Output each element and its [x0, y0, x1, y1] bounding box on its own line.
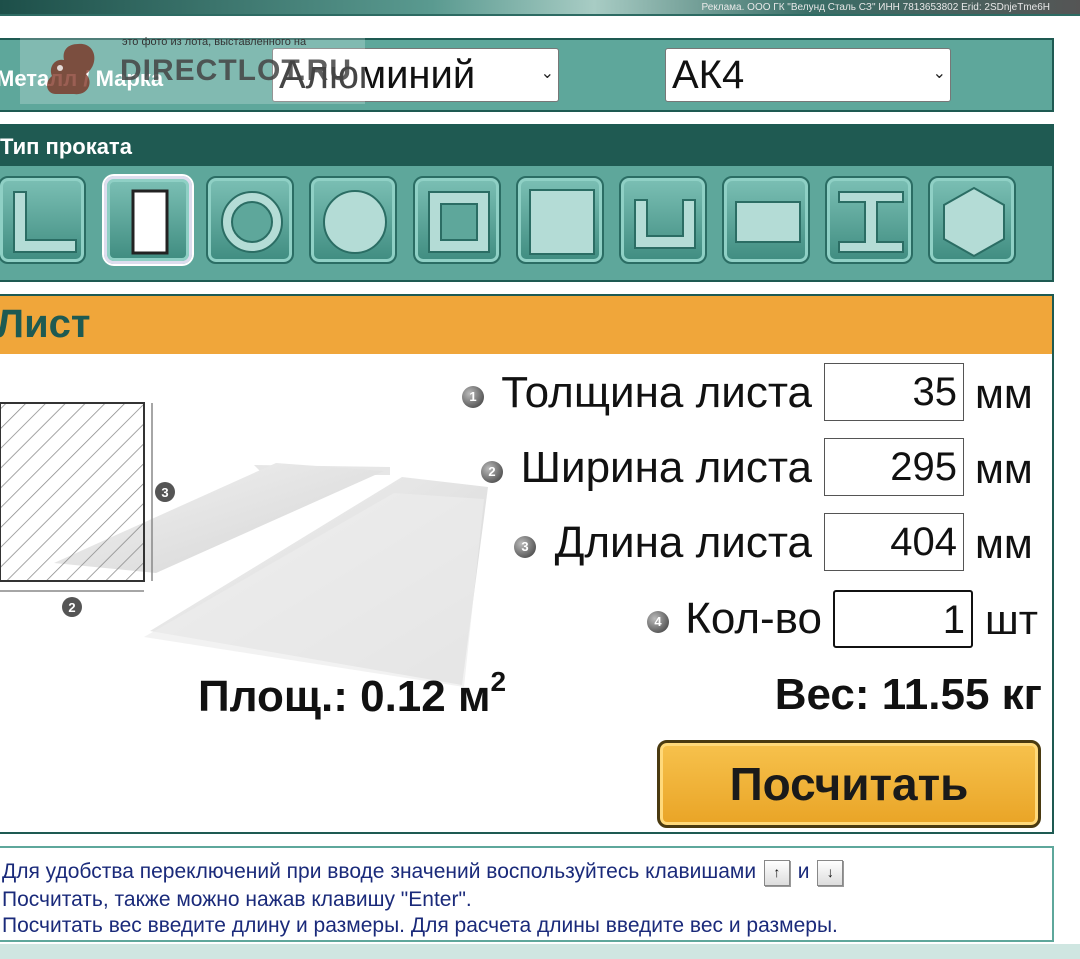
- watermark-note: это фото из лота, выставленного на: [122, 36, 307, 48]
- arrow-up-key-icon: ↑: [763, 860, 790, 886]
- profile-button-hexagon[interactable]: [928, 176, 1016, 264]
- section-title: Лист: [0, 302, 91, 346]
- info-line-3: Посчитать вес введите длину и размеры. Д…: [2, 914, 838, 937]
- thickness-label: Толщина листа: [501, 368, 812, 417]
- profile-button-angle[interactable]: [0, 176, 86, 264]
- ad-banner[interactable]: Реклама. ООО ГК "Велунд Сталь СЗ" ИНН 78…: [0, 0, 1080, 16]
- square-pipe-icon: [428, 191, 490, 253]
- profile-button-channel[interactable]: [619, 176, 707, 264]
- hexagon-bar-icon: [943, 186, 1005, 258]
- round-bar-icon: [323, 190, 387, 254]
- marker-2-label: 2: [68, 600, 75, 615]
- chevron-down-icon: ⌄: [540, 65, 554, 82]
- profile-button-square-bar[interactable]: [516, 176, 604, 264]
- watermark-logo-text: DIRECTLOT.RU: [120, 54, 352, 87]
- width-label: Ширина листа: [520, 443, 812, 492]
- beam-profile-icon: [838, 191, 904, 253]
- width-unit: мм: [975, 445, 1033, 492]
- area-unit-superscript: 2: [490, 666, 507, 697]
- sheet-profile-icon: [735, 201, 801, 243]
- strip-profile-icon: [131, 189, 169, 255]
- page-bottom-strip: [0, 944, 1080, 959]
- grade-select[interactable]: АК4 ⌄: [665, 48, 951, 102]
- calculate-button[interactable]: Посчитать: [657, 740, 1041, 828]
- profile-type-header: Тип проката: [0, 126, 1052, 166]
- info-line-1: Для удобства переключений при вводе знач…: [2, 860, 845, 886]
- area-result-text: Площ.: 0.12 м: [198, 672, 491, 721]
- photo-watermark: это фото из лота, выставленного на DIREC…: [20, 30, 365, 104]
- profile-button-beam[interactable]: [825, 176, 913, 264]
- calculate-button-label: Посчитать: [729, 758, 969, 810]
- profile-type-title: Тип проката: [0, 134, 132, 159]
- quantity-unit: шт: [985, 596, 1038, 643]
- angle-profile-icon: [13, 191, 77, 253]
- length-input[interactable]: 404: [824, 513, 964, 571]
- arrow-down-key-icon: ↓: [817, 860, 844, 886]
- field-number-2: 2: [481, 461, 503, 483]
- area-result: Площ.: 0.12 м2: [198, 666, 506, 722]
- profile-button-round[interactable]: [309, 176, 397, 264]
- grade-select-value: АК4: [672, 53, 745, 97]
- section-header: Лист: [0, 294, 1054, 356]
- field-number-1: 1: [462, 386, 484, 408]
- profile-button-strip[interactable]: [104, 176, 192, 264]
- info-box: Для удобства переключений при вводе знач…: [0, 846, 1054, 942]
- info-line-2: Посчитать, также можно нажав клавишу "En…: [2, 888, 472, 911]
- profile-button-square-pipe[interactable]: [413, 176, 501, 264]
- ad-disclaimer: Реклама. ООО ГК "Велунд Сталь СЗ" ИНН 78…: [701, 2, 1051, 13]
- thickness-unit: мм: [975, 370, 1033, 417]
- squirrel-logo-icon: [47, 43, 95, 95]
- chevron-down-icon: ⌄: [932, 65, 946, 82]
- channel-profile-icon: [634, 199, 696, 249]
- length-unit: мм: [975, 520, 1033, 567]
- pipe-profile-icon: [221, 191, 283, 253]
- thickness-input[interactable]: 35: [824, 363, 964, 421]
- profile-button-pipe[interactable]: [206, 176, 294, 264]
- marker-3-label: 3: [161, 485, 168, 500]
- width-input[interactable]: 295: [824, 438, 964, 496]
- square-bar-icon: [529, 189, 595, 255]
- info-line-1-text: Для удобства переключений при вводе знач…: [2, 860, 757, 883]
- quantity-input[interactable]: 1: [833, 590, 973, 648]
- quantity-label: Кол-во: [685, 594, 822, 643]
- sheet-crosssection: [0, 402, 145, 582]
- sheet-diagram: 3 2: [0, 402, 488, 687]
- length-label: Длина листа: [554, 518, 812, 567]
- weight-result: Вес: 11.55 кг: [774, 670, 1042, 719]
- profile-button-sheet[interactable]: [722, 176, 810, 264]
- field-number-4: 4: [647, 611, 669, 633]
- field-number-3: 3: [514, 536, 536, 558]
- info-line-1-and: и: [797, 860, 810, 883]
